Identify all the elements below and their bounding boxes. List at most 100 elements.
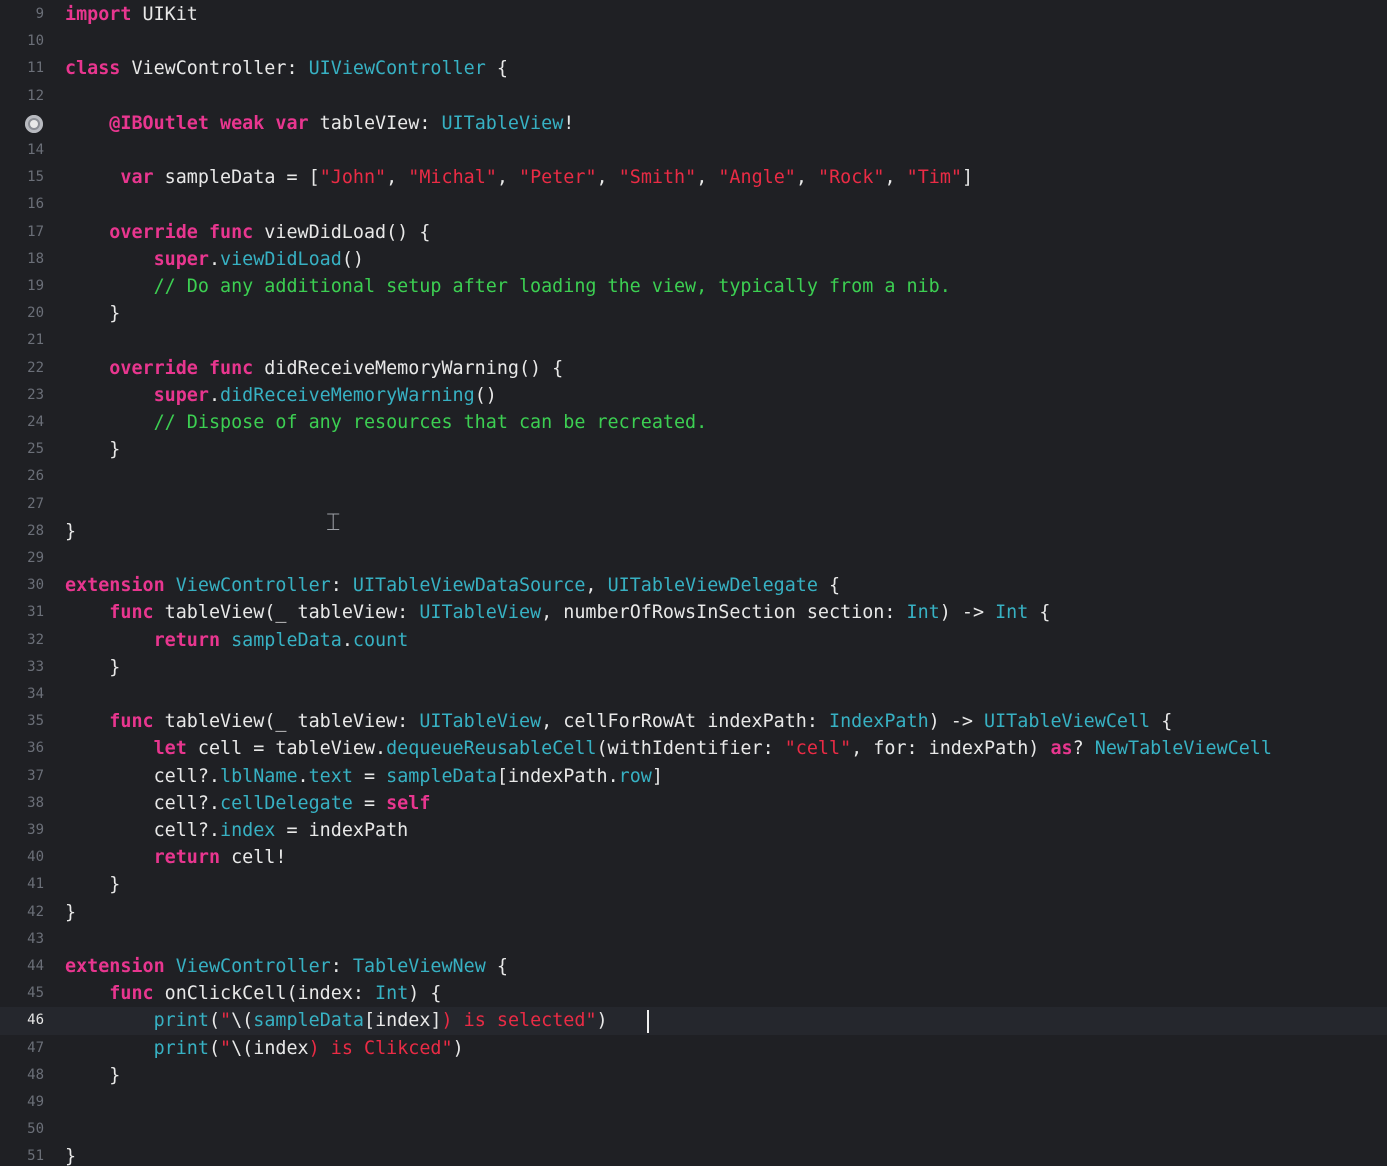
code-token: [index] (364, 1010, 442, 1032)
code-token: UIViewController (308, 58, 486, 80)
code-text[interactable]: print("\(index) is Clikced") (65, 1035, 464, 1062)
code-line[interactable]: 32 return sampleData.count (0, 627, 1387, 654)
code-text[interactable]: @IBOutlet weak var tableVIew: UITableVie… (65, 110, 574, 137)
code-text[interactable]: import UIKit (65, 1, 198, 28)
code-line[interactable]: 35 func tableView(_ tableView: UITableVi… (0, 708, 1387, 735)
line-number: 47 (27, 1039, 44, 1056)
code-token: override func (109, 221, 254, 243)
code-text[interactable]: let cell = tableView.dequeueReusableCell… (65, 735, 1272, 762)
code-token: dequeueReusableCell (386, 738, 597, 760)
code-text[interactable]: class ViewController: UIViewController { (65, 55, 508, 82)
code-text[interactable]: cell?.index = indexPath (65, 817, 409, 844)
code-line[interactable]: 23 super.didReceiveMemoryWarning() (0, 382, 1387, 409)
code-text[interactable]: // Dispose of any resources that can be … (65, 409, 708, 436)
text-cursor-icon: ⌶ (326, 508, 341, 536)
code-text[interactable]: override func didReceiveMemoryWarning() … (65, 355, 563, 382)
code-line[interactable]: 18 super.viewDidLoad() (0, 246, 1387, 273)
code-line[interactable]: 20 } (0, 300, 1387, 327)
code-token: sampleData = [ (153, 167, 320, 189)
code-line[interactable]: 47 print("\(index) is Clikced") (0, 1035, 1387, 1062)
code-line[interactable]: 41 } (0, 871, 1387, 898)
code-line[interactable]: 28} (0, 518, 1387, 545)
code-token: override func (109, 357, 254, 379)
code-text[interactable]: func tableView(_ tableView: UITableView,… (65, 708, 1172, 735)
line-number: 24 (27, 414, 44, 430)
code-text[interactable]: var sampleData = ["John", "Michal", "Pet… (65, 164, 973, 191)
code-line[interactable]: 31 func tableView(_ tableView: UITableVi… (0, 599, 1387, 626)
code-text[interactable]: print("\(sampleData[index]) is selected"… (65, 1007, 608, 1034)
code-line[interactable]: 51} (0, 1143, 1387, 1166)
code-line[interactable]: 38 cell?.cellDelegate = self (0, 790, 1387, 817)
code-line[interactable]: 40 return cell! (0, 844, 1387, 871)
code-line[interactable]: 34 (0, 681, 1387, 708)
code-token: func (109, 602, 154, 624)
code-text[interactable]: } (65, 1143, 76, 1166)
code-text[interactable]: override func viewDidLoad() { (65, 219, 430, 246)
code-line[interactable]: 17 override func viewDidLoad() { (0, 219, 1387, 246)
code-text[interactable]: super.viewDidLoad() (65, 246, 364, 273)
code-line[interactable]: 22 override func didReceiveMemoryWarning… (0, 355, 1387, 382)
code-line[interactable]: 12 (0, 83, 1387, 110)
code-line[interactable]: 29 (0, 545, 1387, 572)
code-text[interactable]: super.didReceiveMemoryWarning() (65, 382, 497, 409)
code-line[interactable]: 36 let cell = tableView.dequeueReusableC… (0, 735, 1387, 762)
code-text[interactable]: } (65, 654, 120, 681)
code-text[interactable]: } (65, 518, 76, 545)
code-text[interactable]: cell?.lblName.text = sampleData[indexPat… (65, 763, 663, 790)
code-line[interactable]: 48 } (0, 1062, 1387, 1089)
code-line[interactable]: 14 (0, 137, 1387, 164)
code-line[interactable]: 33 } (0, 654, 1387, 681)
code-text[interactable]: func onClickCell(index: Int) { (65, 980, 441, 1007)
code-line[interactable]: 39 cell?.index = indexPath (0, 817, 1387, 844)
code-text[interactable]: // Do any additional setup after loading… (65, 273, 951, 300)
code-editor[interactable]: 9 import UIKit 10 11 class ViewController: U… (0, 0, 1387, 1166)
code-text[interactable]: } (65, 1062, 120, 1089)
line-number: 18 (27, 250, 44, 267)
code-text[interactable]: extension ViewController: TableViewNew { (65, 953, 508, 980)
code-line[interactable]: 13 @IBOutlet weak var tableVIew: UITable… (0, 110, 1387, 137)
code-token: cell! (220, 847, 287, 869)
code-line[interactable]: 43 (0, 926, 1387, 953)
code-line[interactable]: 27 (0, 491, 1387, 518)
code-line[interactable]: 30 extension ViewController: UITableViewD… (0, 572, 1387, 599)
code-token: ) -> (928, 711, 985, 733)
code-text[interactable]: } (65, 899, 76, 926)
code-text[interactable]: cell?.cellDelegate = self (65, 790, 431, 817)
code-line[interactable]: 10 (0, 28, 1387, 55)
code-text[interactable]: func tableView(_ tableView: UITableView,… (65, 599, 1050, 626)
code-text[interactable]: extension ViewController: UITableViewDat… (65, 572, 840, 599)
code-line[interactable]: 50 (0, 1116, 1387, 1143)
code-text[interactable]: } (65, 300, 120, 327)
line-number: 19 (27, 278, 44, 294)
code-token: UITableView (419, 711, 542, 733)
code-line[interactable]: 45 func onClickCell(index: Int) { (0, 980, 1387, 1007)
line-number: 23 (27, 386, 44, 403)
code-line[interactable]: 11 class ViewController: UIViewController… (0, 55, 1387, 82)
code-line[interactable]: 16 (0, 191, 1387, 218)
code-line[interactable]: 15 var sampleData = ["John", "Michal", "… (0, 164, 1387, 191)
code-text[interactable]: return cell! (65, 844, 287, 871)
code-line[interactable]: 46 print("\(sampleData[index]) is select… (0, 1007, 1387, 1035)
code-token: ( (208, 1010, 221, 1032)
code-line[interactable]: 49 (0, 1089, 1387, 1116)
code-token: , (795, 167, 819, 189)
code-line[interactable]: 37 cell?.lblName.text = sampleData[index… (0, 763, 1387, 790)
code-line[interactable]: 21 (0, 327, 1387, 354)
code-token: row (618, 765, 652, 787)
code-line[interactable]: 44 extension ViewController: TableViewNew… (0, 953, 1387, 980)
code-line[interactable]: 24 // Dispose of any resources that can … (0, 409, 1387, 436)
code-text[interactable]: return sampleData.count (65, 627, 409, 654)
code-line[interactable]: 25 } (0, 436, 1387, 463)
code-text[interactable]: } (65, 436, 120, 463)
code-line[interactable]: 19 // Do any additional setup after load… (0, 273, 1387, 300)
code-line[interactable]: 9 import UIKit (0, 1, 1387, 28)
breakpoint-icon[interactable] (25, 115, 43, 133)
code-line[interactable]: 26 (0, 463, 1387, 490)
code-token: "Peter" (519, 167, 597, 189)
code-line[interactable]: 42} (0, 899, 1387, 926)
code-token: : (330, 956, 353, 977)
code-token: . (208, 384, 221, 406)
code-text[interactable]: } (65, 871, 120, 898)
code-token: UITableView (441, 112, 564, 134)
